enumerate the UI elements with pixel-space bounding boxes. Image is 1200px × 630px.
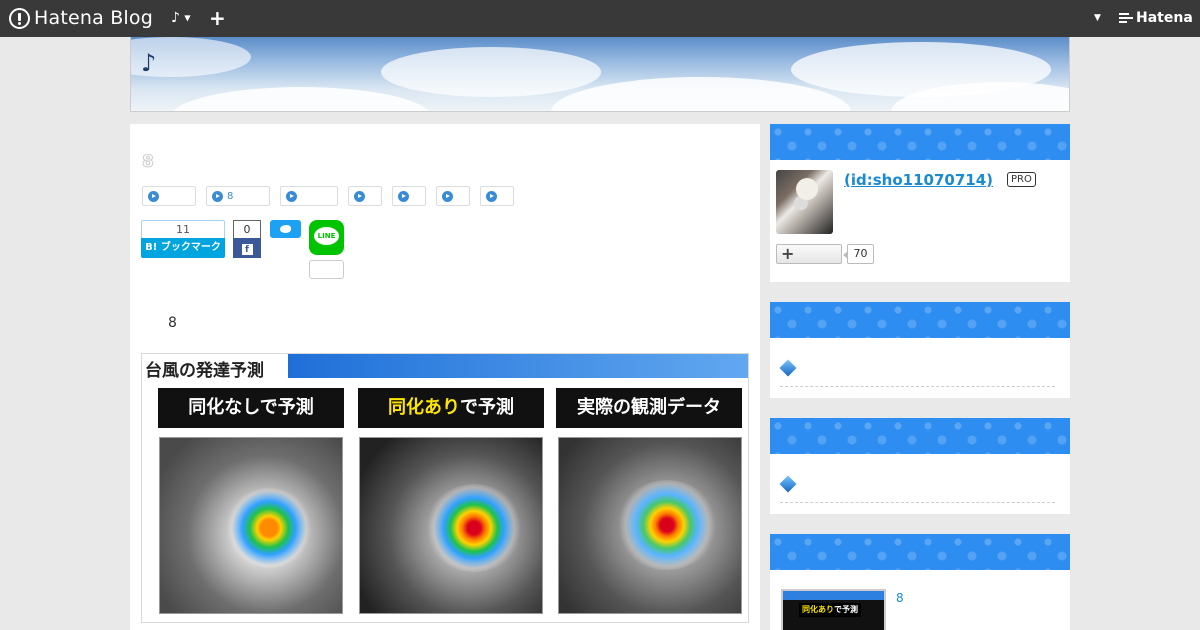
keyword-tag[interactable]: [280, 186, 338, 206]
play-icon: [486, 190, 497, 202]
satellite-panel-no-assimilation: [159, 437, 343, 614]
keyword-tag[interactable]: [142, 186, 196, 206]
follower-count: 70: [843, 244, 874, 264]
keyword-label: 8: [227, 190, 234, 202]
facebook-share-button[interactable]: 0 f: [233, 220, 261, 258]
play-icon: [398, 190, 409, 202]
keyword-tag[interactable]: [436, 186, 470, 206]
pro-badge: PRO: [1007, 172, 1036, 187]
avatar[interactable]: [776, 170, 833, 234]
satellite-panel-observed: [558, 437, 742, 614]
keyword-tag[interactable]: [480, 186, 514, 206]
line-share-button[interactable]: LINE: [309, 220, 344, 255]
caret-down-icon: ▼: [184, 13, 191, 23]
facebook-icon: f: [233, 238, 261, 258]
module-header: [770, 302, 1070, 338]
entry-lead-text: 8: [168, 315, 177, 331]
hatena-bookmark-label: B! ブックマーク: [141, 238, 225, 258]
panel-label-with-assimilation: 同化ありで予測: [358, 388, 544, 428]
sidebar-profile-module: (id:sho11070714) PRO + 70: [770, 124, 1070, 282]
entry-title[interactable]: 8: [142, 152, 155, 173]
sidebar-recent-entries: 同化ありで予測 8: [770, 534, 1070, 630]
hatena-blog-logo[interactable]: Hatena Blog: [9, 7, 153, 29]
account-menu-caret-icon[interactable]: ▼: [1094, 13, 1101, 23]
divider: [780, 502, 1055, 503]
diamond-bullet-icon: [779, 359, 797, 377]
keyword-list: 8: [142, 186, 524, 206]
blog-switcher-button[interactable]: ♪ ▼: [171, 10, 191, 26]
hatena-account-label: Hatena: [1136, 10, 1193, 26]
logo-text: Hatena Blog: [34, 7, 153, 29]
keyword-tag[interactable]: [348, 186, 382, 206]
divider: [780, 386, 1055, 387]
panel-label-observed: 実際の観測データ: [556, 388, 742, 428]
play-icon: [442, 190, 453, 202]
satellite-panel-with-assimilation: [359, 437, 543, 614]
twitter-share-button[interactable]: [270, 220, 301, 238]
module-header: [770, 124, 1070, 160]
follow-button[interactable]: +: [776, 244, 842, 264]
hatena-brand-icon: [1119, 12, 1133, 24]
article-card: 8 8 11 B! ブックマーク 0 f LINE 8 台風の発達予測 同化なし…: [130, 124, 760, 630]
recent-entry-link[interactable]: 8: [896, 591, 904, 605]
keyword-tag[interactable]: [392, 186, 426, 206]
new-post-button[interactable]: +: [209, 6, 226, 30]
sidebar-module-3: [770, 418, 1070, 514]
line-count: [309, 260, 344, 279]
global-header: Hatena Blog ♪ ▼ + ▼ Hatena: [0, 0, 1200, 37]
hatena-logo-icon: [9, 7, 30, 29]
panel-label-no-assimilation: 同化なしで予測: [158, 388, 344, 428]
image-header-title: 台風の発達予測: [145, 361, 264, 381]
typhoon-forecast-image: 台風の発達予測 同化なしで予測 同化ありで予測 実際の観測データ: [141, 353, 749, 623]
sidebar-module-2: [770, 302, 1070, 398]
play-icon: [212, 190, 223, 202]
keyword-tag[interactable]: 8: [206, 186, 270, 206]
play-icon: [148, 190, 159, 202]
cloud-decoration: [171, 87, 431, 111]
play-icon: [286, 190, 297, 202]
module-header: [770, 534, 1070, 570]
cloud-decoration: [381, 47, 601, 97]
blog-title-link[interactable]: ♪: [141, 49, 156, 77]
hatena-account-link[interactable]: Hatena: [1119, 10, 1193, 26]
user-id-link[interactable]: (id:sho11070714): [844, 171, 993, 189]
hatena-bookmark-button[interactable]: 11 B! ブックマーク: [141, 220, 225, 258]
play-icon: [354, 190, 365, 202]
module-header: [770, 418, 1070, 454]
recent-entry-thumbnail[interactable]: 同化ありで予測: [781, 589, 886, 630]
diamond-bullet-icon: [779, 475, 797, 493]
plus-icon: +: [781, 244, 795, 263]
line-icon: LINE: [314, 227, 339, 245]
hatena-bookmark-count[interactable]: 11: [141, 220, 225, 238]
facebook-count: 0: [233, 220, 261, 238]
blog-header-banner: ♪: [130, 37, 1070, 112]
blog-switcher-label: ♪: [171, 10, 180, 26]
